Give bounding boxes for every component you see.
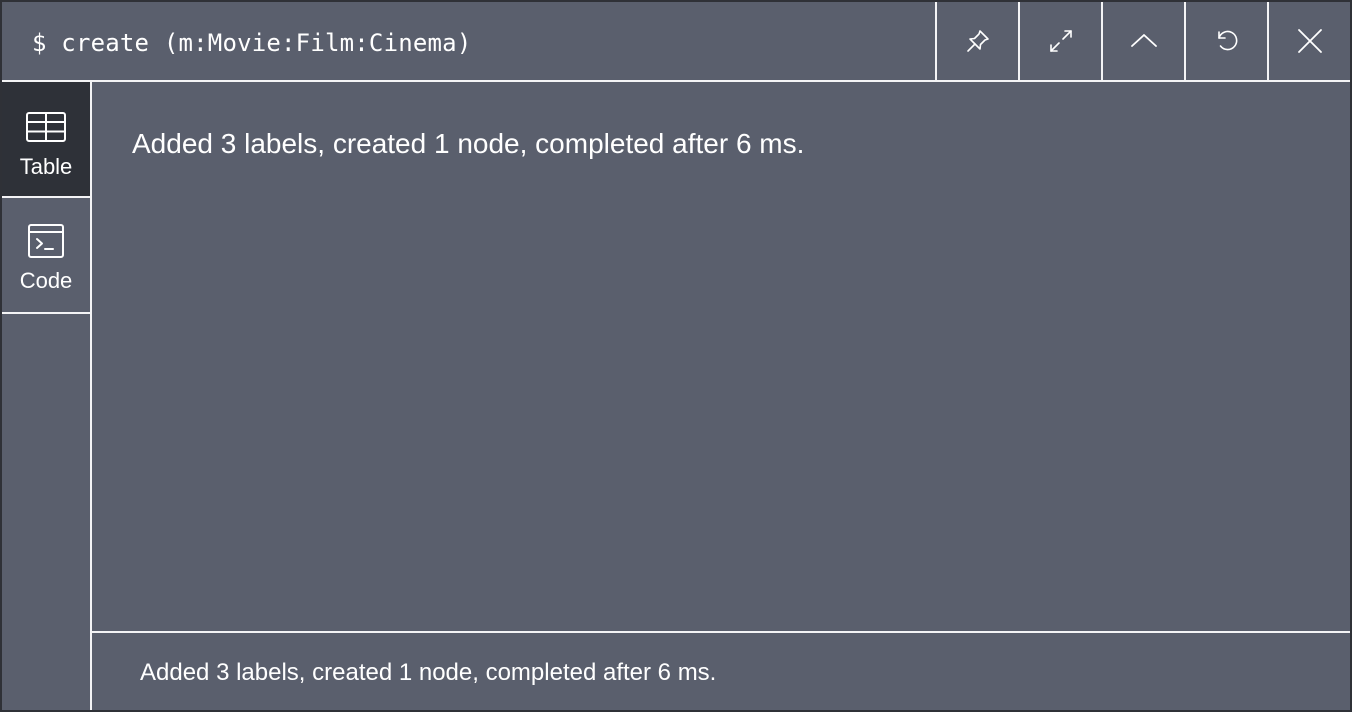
pin-button[interactable] xyxy=(935,2,1018,80)
frame-header: $ create (m:Movie:Film:Cinema) xyxy=(2,2,1350,82)
tab-code[interactable]: Code xyxy=(2,198,90,314)
query-text[interactable]: $ create (m:Movie:Film:Cinema) xyxy=(32,2,471,80)
status-bar: Added 3 labels, created 1 node, complete… xyxy=(92,631,1350,710)
close-button[interactable] xyxy=(1267,2,1350,80)
refresh-icon xyxy=(1217,30,1237,51)
result-content: Added 3 labels, created 1 node, complete… xyxy=(92,82,1350,632)
frame-actions xyxy=(935,2,1350,80)
tab-table[interactable]: Table xyxy=(2,82,90,198)
view-sidebar: Table Code xyxy=(2,82,92,710)
terminal-icon xyxy=(28,224,64,258)
status-message: Added 3 labels, created 1 node, complete… xyxy=(140,659,717,686)
chevron-up-icon xyxy=(1130,34,1157,47)
rerun-button[interactable] xyxy=(1184,2,1267,80)
fullscreen-button[interactable] xyxy=(1018,2,1101,80)
table-icon xyxy=(26,112,66,142)
tab-code-label: Code xyxy=(19,268,73,293)
tab-table-label: Table xyxy=(19,154,73,179)
result-frame: $ create (m:Movie:Film:Cinema) Table Cod… xyxy=(0,0,1352,712)
expand-icon xyxy=(1049,30,1072,52)
close-icon xyxy=(1297,29,1322,53)
result-message: Added 3 labels, created 1 node, complete… xyxy=(132,128,805,159)
pin-icon xyxy=(966,30,989,52)
collapse-button[interactable] xyxy=(1101,2,1184,80)
